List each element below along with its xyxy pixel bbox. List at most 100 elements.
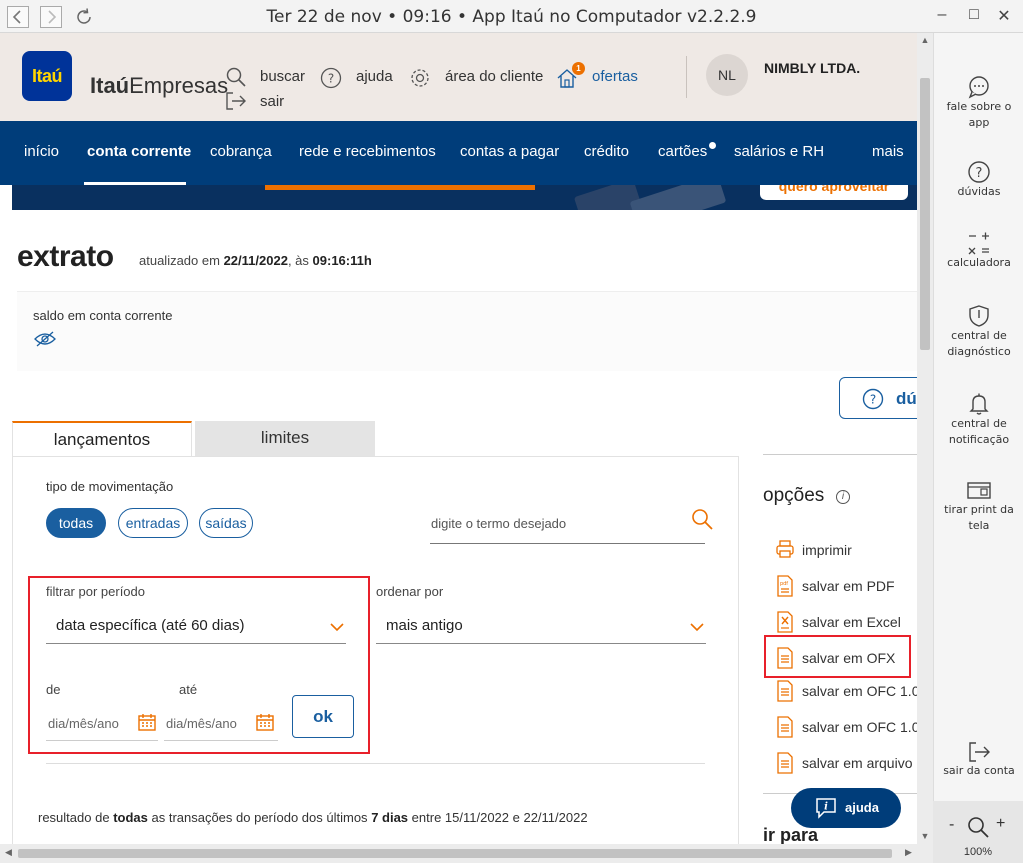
sidebar-item-screenshot[interactable]: tirar print da tela — [934, 480, 1023, 534]
close-button[interactable]: ✕ — [993, 6, 1015, 26]
date-to-label: até — [179, 682, 198, 697]
result-summary: resultado de todas as transações do perí… — [38, 810, 588, 825]
horizontal-scrollbar[interactable]: ◀ ▶ — [0, 844, 933, 863]
question-circle-icon: ? — [968, 161, 990, 183]
search-icon[interactable] — [690, 507, 714, 531]
offers-link[interactable]: ofertas — [592, 68, 638, 85]
doubts-button[interactable]: ? dú — [839, 377, 917, 419]
zoom-in-button[interactable]: + — [996, 815, 1005, 833]
question-circle-icon[interactable]: ? — [320, 67, 342, 89]
notification-dot — [709, 142, 716, 149]
help-floating-button[interactable]: i ajuda — [791, 788, 901, 828]
balance-card — [17, 291, 917, 371]
scroll-thumb[interactable] — [18, 849, 892, 858]
calendar-icon[interactable] — [255, 712, 275, 732]
svg-text:i: i — [824, 802, 828, 813]
updated-timestamp: atualizado em 22/11/2022, às 09:16:11h — [139, 253, 372, 268]
balance-label: saldo em conta corrente — [33, 308, 173, 323]
search-input[interactable]: digite o termo desejado — [431, 516, 566, 531]
search-icon[interactable] — [225, 66, 247, 88]
maximize-button[interactable]: □ — [963, 6, 985, 24]
avatar[interactable]: NL — [706, 54, 748, 96]
promo-banner[interactable]: quero aproveitar — [12, 185, 917, 210]
sidebar-item-diagnostics[interactable]: central de diagnóstico — [934, 304, 1023, 360]
order-label: ordenar por — [376, 584, 444, 599]
banner-cta-button[interactable]: quero aproveitar — [760, 185, 908, 200]
page-title: extrato — [17, 240, 114, 273]
tools-sidebar: fale sobre o app ? dúvidas calculadora c… — [933, 33, 1023, 863]
help-link[interactable]: ajuda — [356, 68, 393, 85]
options-title: opções — [763, 485, 825, 506]
svg-text:?: ? — [328, 72, 334, 86]
nav-item-credito[interactable]: crédito — [584, 143, 629, 160]
nav-item-inicio[interactable]: início — [24, 143, 59, 160]
period-select[interactable]: data específica (até 60 dias) — [56, 617, 244, 634]
tab-lancamentos[interactable]: lançamentos — [12, 421, 192, 457]
shield-icon — [969, 305, 989, 327]
filter-entradas-button[interactable]: entradas — [118, 508, 188, 538]
main-nav: início conta corrente cobrança rede e re… — [0, 121, 917, 185]
file-icon — [777, 680, 793, 702]
nav-item-cartoes[interactable]: cartões — [658, 143, 707, 160]
nav-item-mais[interactable]: mais — [872, 143, 904, 160]
date-from-underline — [46, 740, 158, 741]
header-divider — [686, 56, 687, 98]
screenshot-icon — [967, 482, 991, 499]
calendar-icon[interactable] — [137, 712, 157, 732]
brand-name: ItaúEmpresas — [90, 73, 229, 98]
zoom-out-button[interactable]: - — [949, 816, 954, 834]
nav-item-rede-recebimentos[interactable]: rede e recebimentos — [299, 143, 436, 160]
ok-button[interactable]: ok — [292, 695, 354, 738]
chevron-down-icon[interactable] — [329, 621, 345, 633]
sidebar-item-logout[interactable]: sair da conta — [934, 741, 1023, 779]
filter-saidas-button[interactable]: saídas — [199, 508, 253, 538]
period-select-underline — [46, 643, 346, 644]
excel-file-icon — [777, 611, 793, 633]
client-area-link[interactable]: área do cliente — [445, 68, 543, 85]
scroll-left-arrow[interactable]: ◀ — [5, 847, 12, 858]
file-icon — [777, 647, 793, 669]
logout-link[interactable]: sair — [260, 93, 284, 110]
nav-item-conta-corrente[interactable]: conta corrente — [87, 143, 191, 160]
minimize-button[interactable]: – — [931, 6, 953, 24]
banner-orange-bar — [265, 185, 535, 190]
zoom-control: - + 100% — [933, 801, 1023, 863]
divider — [46, 763, 705, 764]
scroll-right-arrow[interactable]: ▶ — [905, 847, 912, 858]
vertical-scrollbar[interactable]: ▲ ▼ — [917, 33, 933, 844]
nav-item-contas-a-pagar[interactable]: contas a pagar — [460, 143, 559, 160]
scroll-down-arrow[interactable]: ▼ — [917, 831, 933, 841]
scroll-up-arrow[interactable]: ▲ — [917, 35, 933, 45]
filter-todas-button[interactable]: todas — [46, 508, 106, 538]
logout-icon[interactable] — [225, 91, 247, 111]
gear-icon[interactable] — [409, 67, 431, 89]
calculator-icon — [968, 232, 989, 255]
date-from-label: de — [46, 682, 61, 697]
nav-item-cobranca[interactable]: cobrança — [210, 143, 272, 160]
sidebar-item-notifications[interactable]: central de notificação — [934, 392, 1023, 448]
info-icon[interactable]: i — [836, 490, 850, 504]
zoom-level: 100% — [963, 846, 993, 858]
itau-logo[interactable]: Itaú — [22, 51, 72, 101]
nav-item-salarios-rh[interactable]: salários e RH — [734, 143, 824, 160]
card-image — [629, 185, 727, 210]
chat-help-icon: i — [816, 798, 836, 819]
bell-icon — [969, 393, 989, 415]
eye-off-icon[interactable] — [34, 331, 56, 347]
chevron-down-icon[interactable] — [689, 621, 705, 633]
date-to-underline — [164, 740, 278, 741]
sidebar-item-feedback[interactable]: fale sobre o app — [934, 75, 1023, 131]
svg-text:pdf: pdf — [780, 581, 788, 587]
sidebar-item-faq[interactable]: ? dúvidas — [934, 160, 1023, 200]
scroll-thumb[interactable] — [920, 78, 930, 350]
date-to-input[interactable]: dia/mês/ano — [166, 716, 237, 731]
sidebar-item-calculator[interactable]: calculadora — [934, 231, 1023, 271]
date-from-input[interactable]: dia/mês/ano — [48, 716, 119, 731]
tab-limites[interactable]: limites — [195, 421, 375, 457]
file-icon — [777, 716, 793, 738]
chat-bubble-icon — [968, 76, 989, 99]
order-select[interactable]: mais antigo — [386, 617, 463, 634]
svg-text:?: ? — [976, 166, 983, 181]
printer-icon — [776, 540, 794, 558]
search-link[interactable]: buscar — [260, 68, 305, 85]
